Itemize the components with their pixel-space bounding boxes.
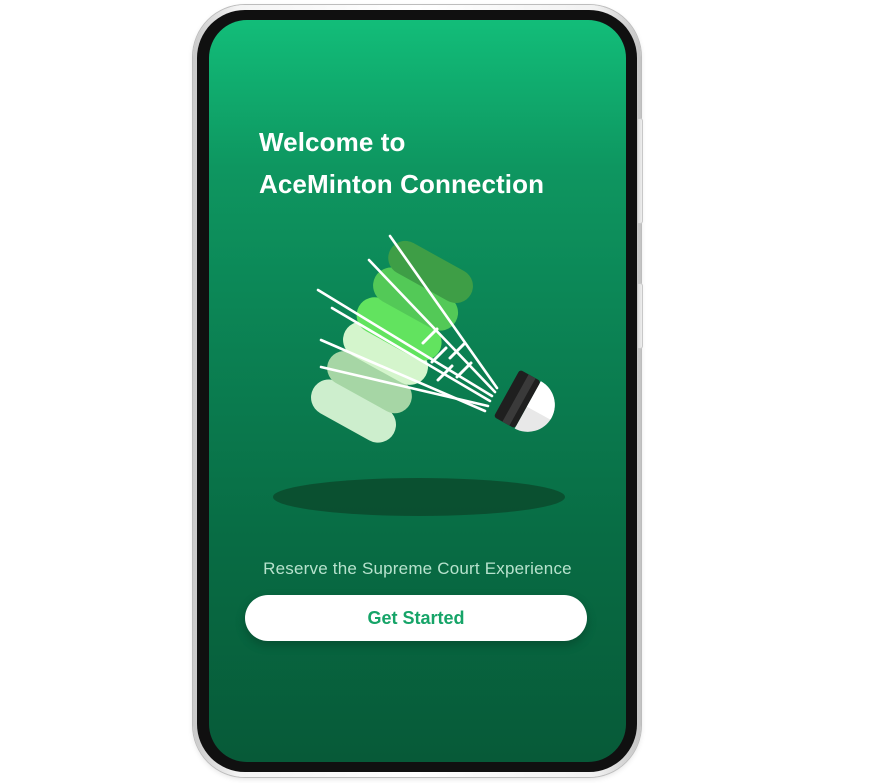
get-started-button[interactable]: Get Started (245, 595, 587, 641)
shuttlecock-shadow (273, 478, 565, 516)
shuttlecock-illustration (273, 234, 565, 516)
welcome-screen: Welcome to AceMinton Connection Reserve … (209, 20, 626, 762)
tagline: Reserve the Supreme Court Experience (263, 559, 572, 578)
volume-button (637, 118, 643, 224)
shuttlecock-base (494, 370, 555, 432)
power-button (637, 283, 643, 349)
shuttlecock-icon (311, 234, 555, 443)
